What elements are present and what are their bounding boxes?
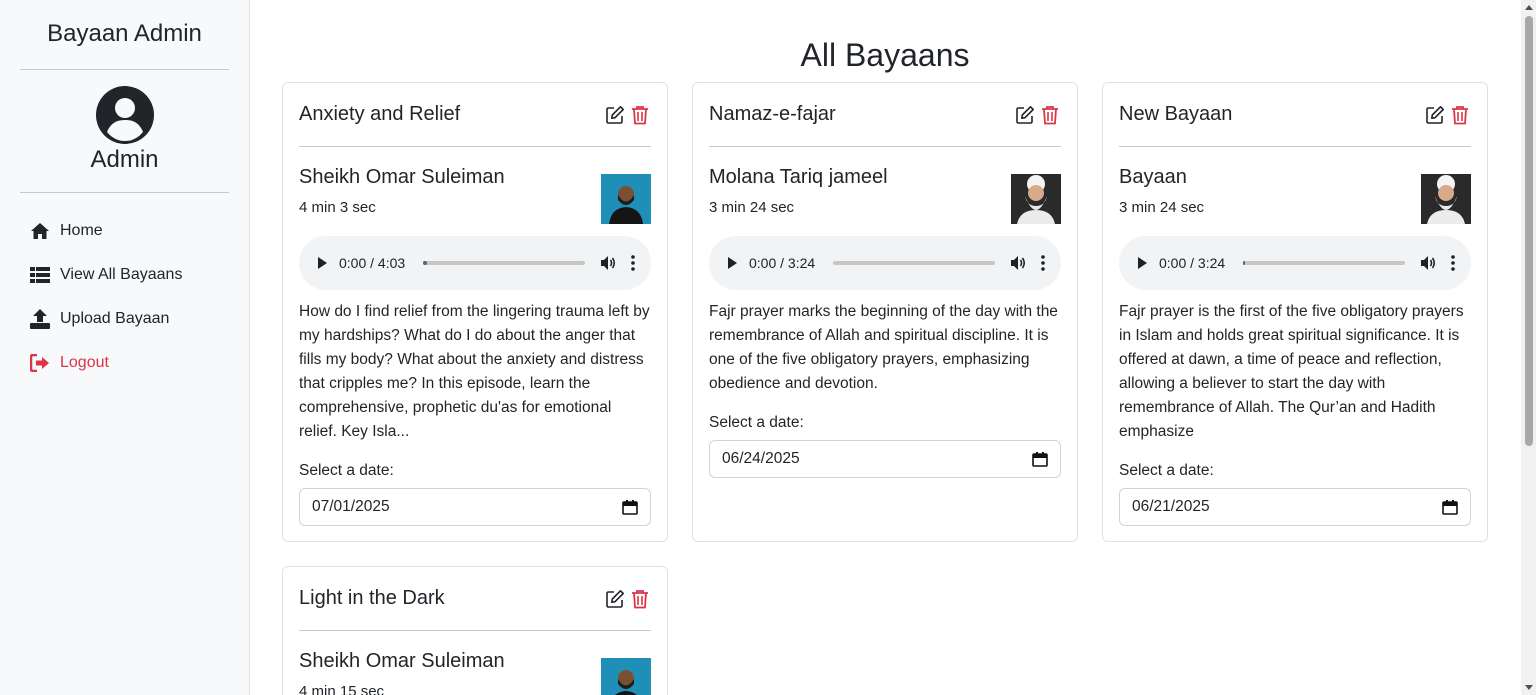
card-title: New Bayaan — [1119, 103, 1233, 125]
bayaan-card: Anxiety and Relief Sheikh Omar Suleiman … — [282, 82, 668, 542]
date-label: Select a date: — [1119, 462, 1214, 479]
calendar-icon[interactable] — [622, 499, 638, 515]
duration: 3 min 24 sec — [709, 199, 795, 216]
speaker-thumbnail — [1421, 174, 1471, 224]
duration: 3 min 24 sec — [1119, 199, 1205, 216]
sidebar-item-view-all[interactable]: View All Bayaans — [0, 253, 249, 297]
card-title: Light in the Dark — [299, 587, 445, 609]
scroll-down-icon[interactable] — [1525, 685, 1533, 690]
edit-icon[interactable] — [1425, 105, 1445, 125]
card-header: New Bayaan — [1119, 83, 1471, 147]
description: How do I find relief from the lingering … — [299, 303, 650, 440]
date-input[interactable]: 06/24/2025 — [709, 440, 1061, 478]
speaker-name: Sheikh Omar Suleiman — [299, 166, 505, 188]
page-scrollbar[interactable] — [1521, 0, 1536, 695]
volume-icon[interactable] — [1419, 254, 1437, 272]
home-icon — [30, 221, 50, 241]
sidebar-item-logout[interactable]: Logout — [0, 341, 249, 385]
audio-time: 0:00 / 3:24 — [749, 255, 816, 271]
sidebar-nav: Home View All Bayaans Upload Bayaan Logo… — [0, 193, 249, 385]
sidebar-item-label: Home — [60, 222, 103, 239]
volume-icon[interactable] — [1009, 254, 1027, 272]
bayaan-card: New Bayaan Bayaan 3 min 24 sec 0:00 / 3:… — [1102, 82, 1488, 542]
speaker-thumbnail — [601, 658, 651, 695]
card-title: Namaz-e-fajar — [709, 103, 836, 125]
description: Fajr prayer is the first of the five obl… — [1119, 303, 1464, 440]
card-header: Light in the Dark — [299, 567, 651, 631]
profile: Admin — [0, 70, 249, 192]
more-options-icon[interactable] — [631, 255, 635, 271]
date-value: 06/24/2025 — [722, 450, 800, 467]
delete-icon[interactable] — [1041, 105, 1061, 125]
logout-icon — [30, 353, 50, 373]
delete-icon[interactable] — [631, 589, 651, 609]
date-input[interactable]: 06/21/2025 — [1119, 488, 1471, 526]
calendar-icon[interactable] — [1442, 499, 1458, 515]
audio-player[interactable]: 0:00 / 4:03 — [299, 236, 651, 290]
date-value: 06/21/2025 — [1132, 498, 1210, 515]
play-icon[interactable] — [725, 256, 739, 270]
sidebar-item-upload[interactable]: Upload Bayaan — [0, 297, 249, 341]
delete-icon[interactable] — [631, 105, 651, 125]
edit-icon[interactable] — [605, 589, 625, 609]
profile-name: Admin — [90, 146, 159, 173]
sidebar-item-label: Logout — [60, 354, 109, 371]
sidebar-item-label: Upload Bayaan — [60, 310, 170, 327]
sidebar: Bayaan Admin Admin Home View All Bayaans… — [0, 0, 250, 695]
upload-icon — [30, 309, 50, 329]
speaker-name: Molana Tariq jameel — [709, 166, 888, 188]
scrollbar-thumb[interactable] — [1525, 16, 1533, 446]
bayaan-card: Namaz-e-fajar Molana Tariq jameel 3 min … — [692, 82, 1078, 542]
edit-icon[interactable] — [1015, 105, 1035, 125]
scroll-up-icon[interactable] — [1525, 5, 1533, 10]
speaker-thumbnail — [601, 174, 651, 224]
audio-progress[interactable] — [423, 261, 585, 265]
card-header: Anxiety and Relief — [299, 83, 651, 147]
play-icon[interactable] — [1135, 256, 1149, 270]
date-label: Select a date: — [299, 462, 394, 479]
speaker-name: Sheikh Omar Suleiman — [299, 650, 505, 672]
audio-progress[interactable] — [1243, 261, 1405, 265]
play-icon[interactable] — [315, 256, 329, 270]
brand-title: Bayaan Admin — [47, 20, 202, 47]
duration: 4 min 15 sec — [299, 683, 385, 695]
description: Fajr prayer marks the beginning of the d… — [709, 303, 1058, 392]
card-title: Anxiety and Relief — [299, 103, 461, 125]
sidebar-item-home[interactable]: Home — [0, 209, 249, 253]
bayaan-card: Light in the Dark Sheikh Omar Suleiman 4… — [282, 566, 668, 695]
audio-time: 0:00 / 4:03 — [339, 255, 406, 271]
user-avatar-icon — [95, 86, 154, 144]
card-header: Namaz-e-fajar — [709, 83, 1061, 147]
audio-player[interactable]: 0:00 / 3:24 — [1119, 236, 1471, 290]
volume-icon[interactable] — [599, 254, 617, 272]
duration: 4 min 3 sec — [299, 199, 376, 216]
calendar-icon[interactable] — [1032, 451, 1048, 467]
date-value: 07/01/2025 — [312, 498, 390, 515]
speaker-thumbnail — [1011, 174, 1061, 224]
delete-icon[interactable] — [1451, 105, 1471, 125]
page-title: All Bayaans — [800, 37, 970, 73]
more-options-icon[interactable] — [1451, 255, 1455, 271]
date-input[interactable]: 07/01/2025 — [299, 488, 651, 526]
main-content: All Bayaans Anxiety and Relief Sheikh Om… — [251, 0, 1521, 695]
audio-progress[interactable] — [833, 261, 995, 265]
sidebar-item-label: View All Bayaans — [60, 266, 183, 283]
edit-icon[interactable] — [605, 105, 625, 125]
date-label: Select a date: — [709, 414, 804, 431]
more-options-icon[interactable] — [1041, 255, 1045, 271]
list-icon — [30, 265, 50, 285]
audio-time: 0:00 / 3:24 — [1159, 255, 1226, 271]
speaker-name: Bayaan — [1119, 166, 1187, 188]
audio-player[interactable]: 0:00 / 3:24 — [709, 236, 1061, 290]
